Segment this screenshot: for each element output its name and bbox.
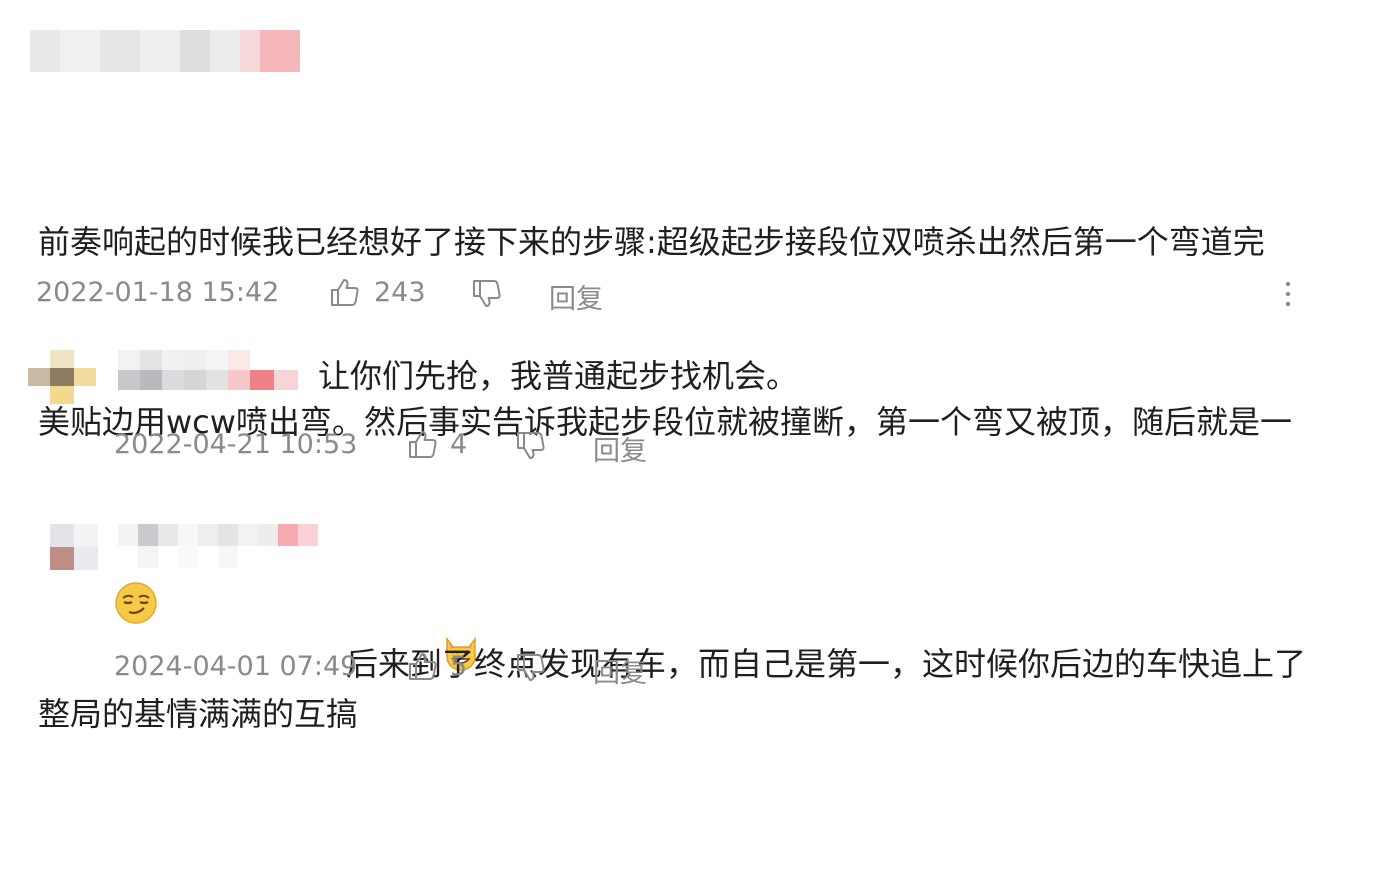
comment-timestamp: 2024-04-01 07:49 (114, 651, 358, 682)
comment-timestamp: 2022-04-21 10:53 (114, 429, 358, 460)
comment-body-line: 前奏响起的时候我已经想好了接下来的步骤:超级起步接段位双喷杀出然后第一个弯道完 (38, 223, 1265, 261)
dislike-button[interactable] (514, 430, 546, 462)
thumbs-up-icon (409, 653, 437, 680)
dislike-button[interactable] (514, 652, 546, 684)
thumbs-up-icon (331, 279, 359, 306)
thumbs-down-icon (517, 432, 545, 459)
avatar[interactable] (50, 524, 98, 570)
comment-timestamp: 2022-01-18 15:42 (36, 277, 280, 308)
like-button[interactable] (406, 428, 438, 460)
like-count: 5 (450, 651, 468, 682)
comment-body: 让你们先抢，我普通起步找机会。 (318, 357, 799, 395)
username-censored[interactable] (118, 524, 318, 568)
reply-button[interactable]: 回复 (593, 651, 647, 690)
comment-body: 后来到了终点发现有车，而自己是第一，这时候你后边的车快追上了 (346, 514, 1366, 814)
smirk-face-icon (114, 581, 158, 629)
reply-button[interactable]: 回复 (549, 277, 603, 316)
thumbs-down-icon (517, 654, 545, 681)
like-button[interactable] (406, 650, 438, 682)
like-count: 4 (450, 429, 468, 460)
username-censored[interactable] (118, 350, 298, 390)
comment-body-line-text: 整局的基情满满的互搞 (38, 695, 359, 733)
dislike-button[interactable] (470, 278, 502, 310)
like-button[interactable] (328, 276, 360, 308)
thumbs-up-icon (409, 431, 437, 458)
reply-button[interactable]: 回复 (593, 429, 647, 468)
avatar[interactable] (28, 350, 96, 404)
comment-body-line: 后来到了终点发现有车，而自己是第一，这时候你后边的车快追上了 (346, 645, 1307, 683)
like-count: 243 (374, 277, 426, 308)
thumbs-down-icon (473, 280, 501, 307)
username-censored[interactable] (30, 30, 300, 72)
more-vertical-icon[interactable] (1278, 280, 1298, 308)
